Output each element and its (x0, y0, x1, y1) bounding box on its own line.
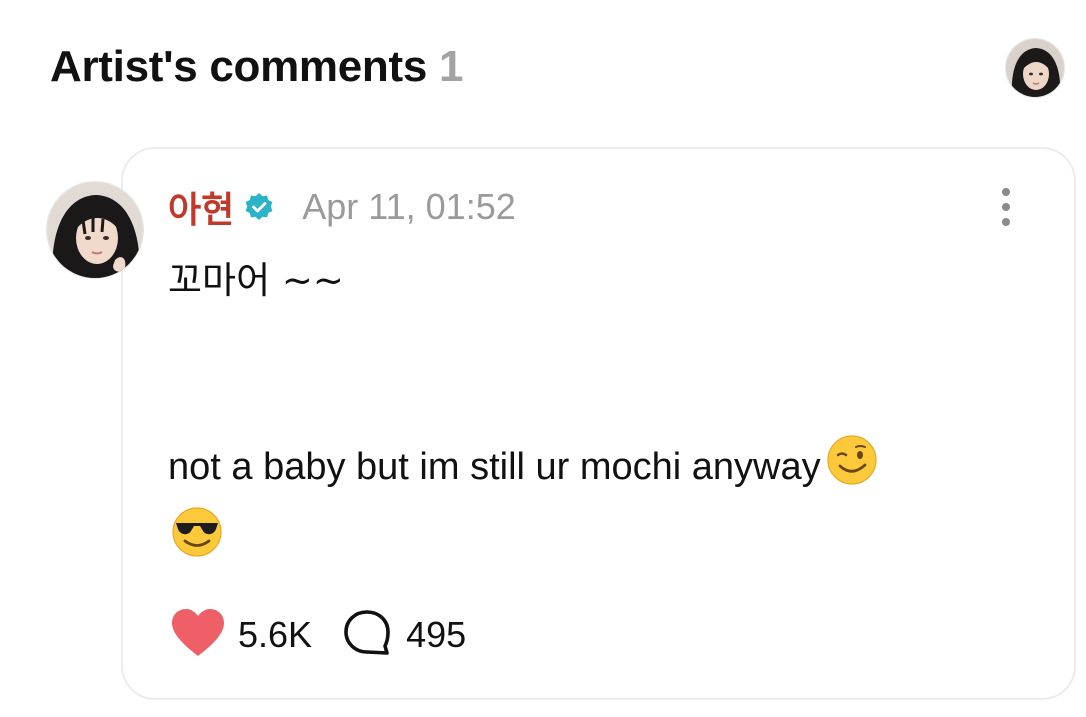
comment-actions: 5.6K 495 (170, 607, 466, 663)
comment-text-line: 꼬마어 ~~ (168, 259, 344, 302)
section-title: Artist's comments (50, 42, 428, 91)
reply-count: 495 (406, 614, 467, 655)
comment-count-badge: 1 (439, 42, 464, 91)
more-vertical-icon (1002, 188, 1010, 196)
emoji-line (170, 505, 224, 564)
comment-meta: 아현 Apr 11, 01:52 (168, 185, 516, 231)
more-options-button[interactable] (988, 185, 1024, 229)
comment-text-line: not a baby but im still ur mochi anyway (168, 435, 879, 497)
section-header: Artist's comments 1 (50, 42, 464, 92)
comment-timestamp: Apr 11, 01:52 (302, 186, 516, 227)
verified-badge-icon (244, 192, 274, 222)
like-button[interactable]: 5.6K (170, 608, 312, 663)
more-dot (1002, 203, 1010, 211)
author-name[interactable]: 아현 (168, 181, 234, 233)
artist-avatar[interactable] (1005, 38, 1065, 98)
comment-text: not a baby but im still ur mochi anyway (168, 446, 821, 489)
winking-face-emoji (821, 435, 879, 497)
speech-bubble-icon (342, 608, 392, 663)
smiling-face-with-sunglasses-emoji (170, 505, 224, 564)
author-avatar[interactable] (46, 181, 144, 279)
more-dot (1002, 218, 1010, 226)
like-count: 5.6K (238, 614, 313, 655)
reply-button[interactable]: 495 (342, 608, 466, 663)
heart-icon (170, 608, 226, 663)
